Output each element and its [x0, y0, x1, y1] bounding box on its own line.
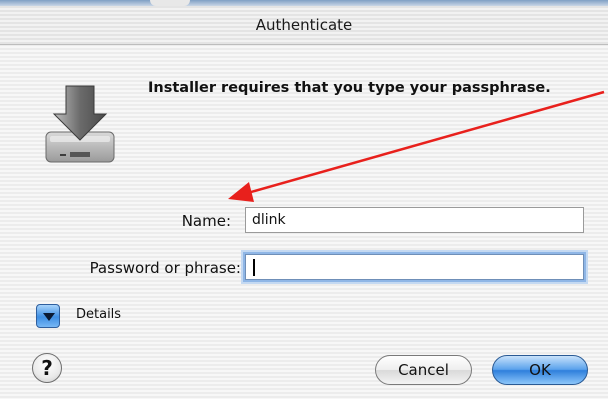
title-bar[interactable]: Authenticate — [0, 6, 608, 45]
password-field[interactable] — [245, 254, 584, 280]
window-title: Authenticate — [255, 16, 353, 34]
hard-drive-download-icon — [40, 80, 120, 170]
authenticate-dialog: Authenticate Installer requires that you… — [0, 0, 608, 399]
cancel-button[interactable]: Cancel — [375, 355, 472, 385]
auth-message: Installer requires that you type your pa… — [148, 80, 551, 96]
help-button[interactable]: ? — [32, 353, 62, 383]
name-label: Name: — [181, 212, 231, 230]
details-label[interactable]: Details — [76, 307, 121, 322]
ok-button[interactable]: OK — [492, 355, 588, 385]
annotation-arrow — [228, 90, 605, 202]
text-caret — [253, 259, 255, 276]
disclosure-triangle-icon[interactable] — [36, 304, 60, 328]
name-field[interactable]: dlink — [245, 207, 584, 233]
password-label: Password or phrase: — [89, 259, 241, 277]
